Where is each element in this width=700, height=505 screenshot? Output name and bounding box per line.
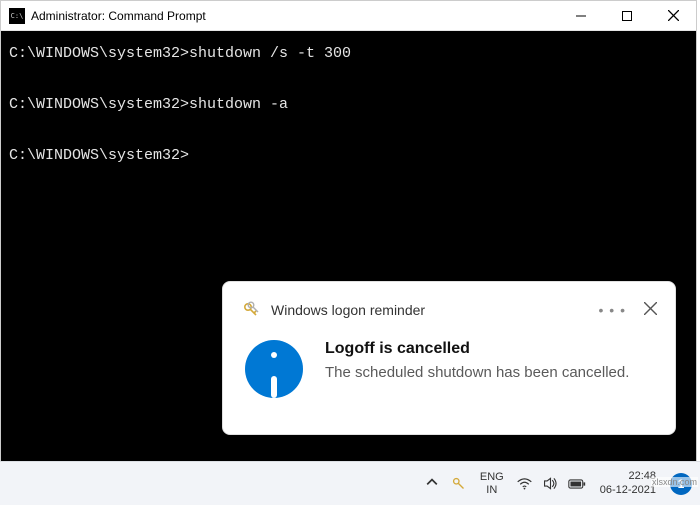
keys-icon	[241, 300, 261, 320]
clock[interactable]: 22:48 06-12-2021	[600, 470, 656, 496]
lang-primary: ENG	[480, 471, 504, 483]
notification-text: The scheduled shutdown has been cancelle…	[325, 362, 629, 383]
dismiss-notification-button[interactable]	[644, 302, 657, 319]
terminal-line: C:\WINDOWS\system32>shutdown /s -t 300	[9, 41, 688, 67]
tray-overflow-button[interactable]	[426, 476, 438, 491]
maximize-button[interactable]	[604, 1, 650, 31]
notification-body: Logoff is cancelled The scheduled shutdo…	[241, 340, 657, 398]
toast-notification[interactable]: Windows logon reminder • • • Logoff is c…	[222, 281, 676, 435]
notification-app-name: Windows logon reminder	[271, 302, 599, 318]
titlebar[interactable]: C:\ Administrator: Command Prompt	[1, 1, 696, 31]
info-icon	[245, 340, 303, 398]
window-title: Administrator: Command Prompt	[31, 9, 558, 23]
language-indicator[interactable]: ENG IN	[480, 471, 504, 495]
tray-keys-icon[interactable]	[450, 475, 468, 493]
terminal-prompt: C:\WINDOWS\system32>	[9, 143, 688, 169]
notification-content: Logoff is cancelled The scheduled shutdo…	[325, 340, 629, 383]
taskbar[interactable]: ENG IN 22:48 06-12-2021 1	[0, 461, 700, 505]
wifi-icon[interactable]	[516, 475, 534, 493]
cmd-icon: C:\	[9, 8, 25, 24]
volume-icon[interactable]	[542, 475, 560, 493]
minimize-button[interactable]	[558, 1, 604, 31]
notification-header: Windows logon reminder • • •	[241, 296, 657, 324]
date-text: 06-12-2021	[600, 484, 656, 497]
notification-title: Logoff is cancelled	[325, 340, 629, 358]
battery-icon[interactable]	[568, 475, 586, 493]
more-options-button[interactable]: • • •	[599, 302, 626, 318]
lang-secondary: IN	[486, 484, 497, 496]
close-button[interactable]	[650, 1, 696, 31]
terminal-line: C:\WINDOWS\system32>shutdown -a	[9, 92, 688, 118]
watermark-text: xlsxdn.com	[651, 477, 698, 487]
